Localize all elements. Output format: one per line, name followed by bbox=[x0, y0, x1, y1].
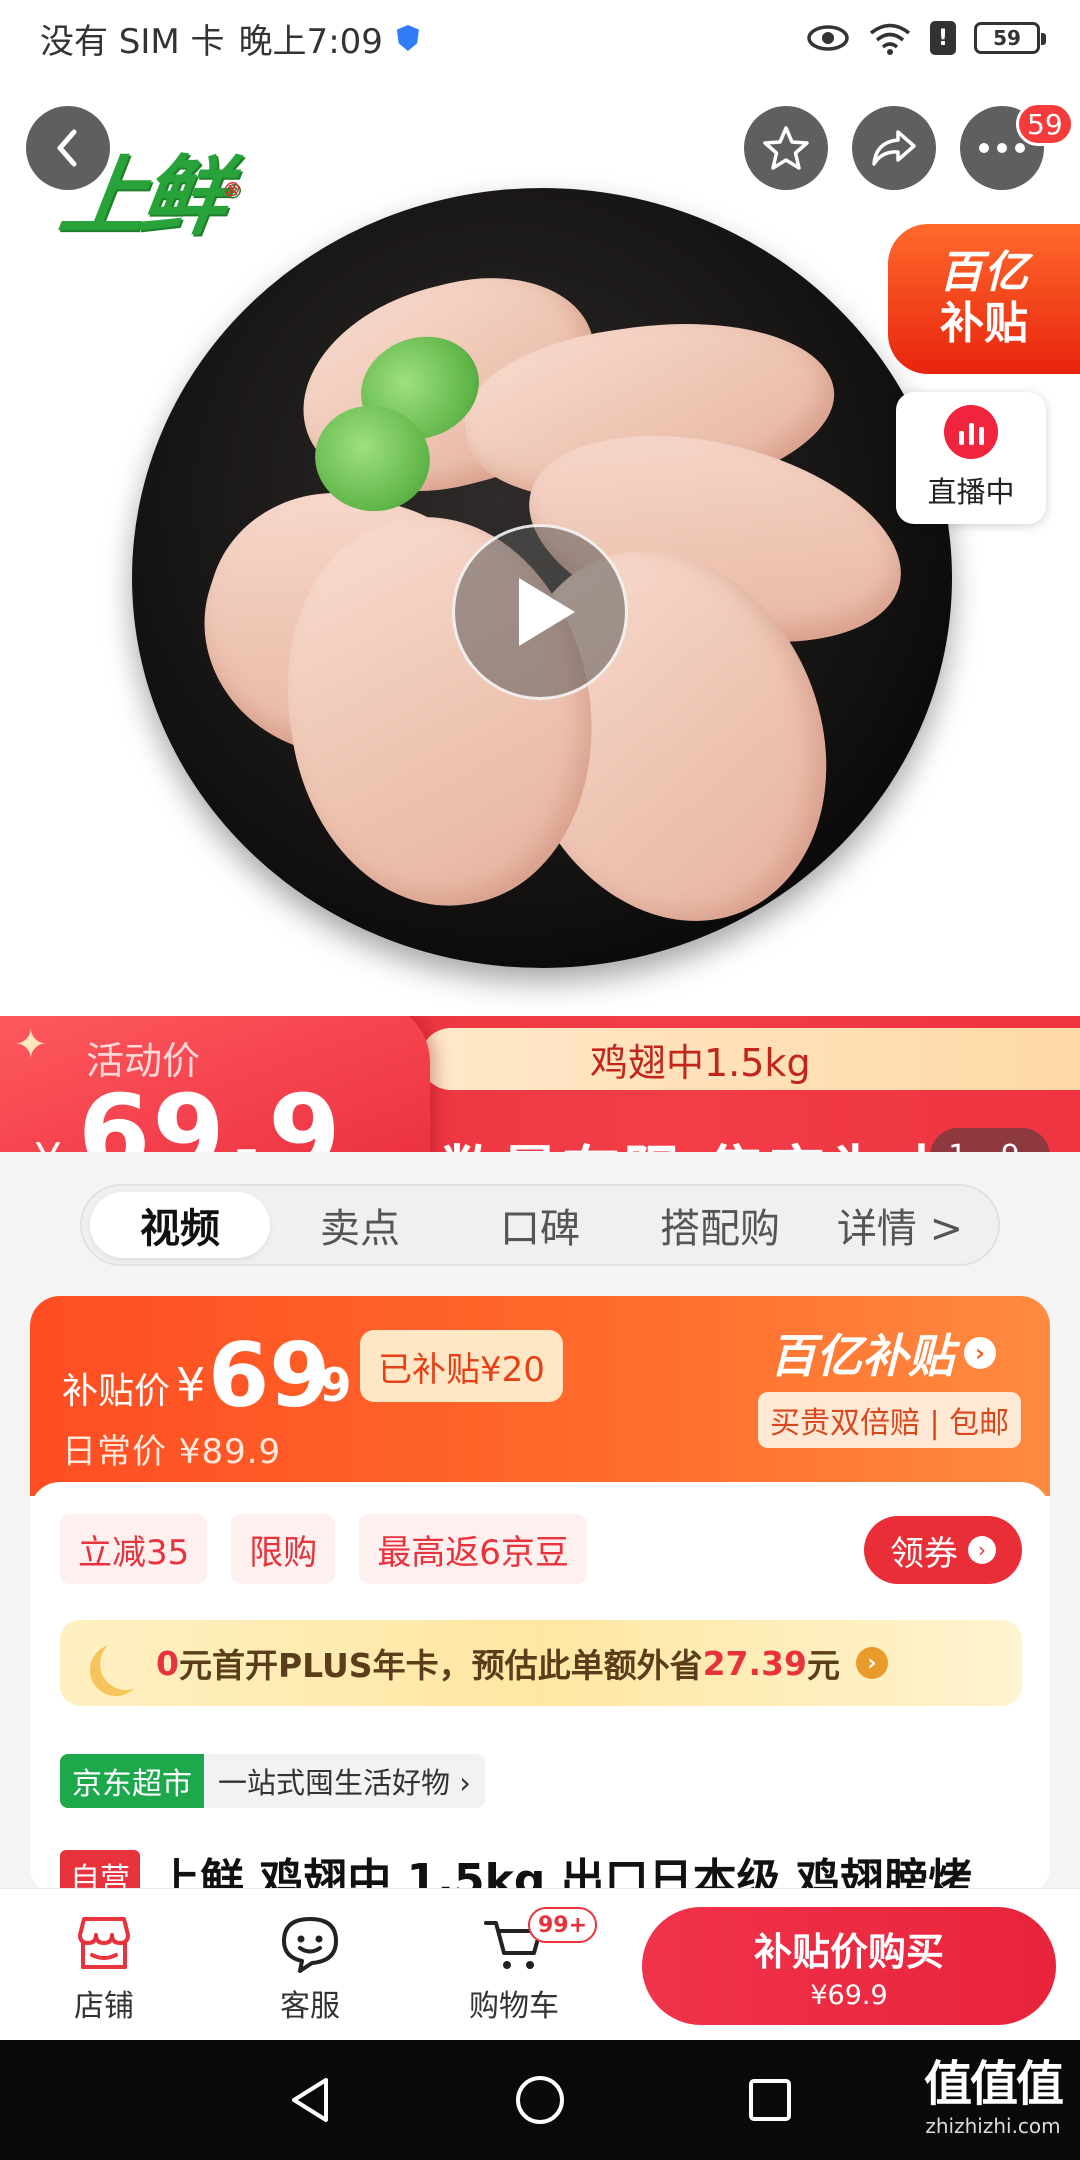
chevron-left-icon bbox=[57, 129, 77, 167]
jd-supermarket-badge: 京东超市 bbox=[60, 1754, 204, 1808]
sparkle-icon: ✦ bbox=[14, 1022, 48, 1068]
live-bars-icon bbox=[944, 405, 998, 459]
star-icon bbox=[763, 126, 809, 170]
bottom-action-bar: 店铺 客服 购物车 99+ 补贴价购买 ¥69.9 bbox=[0, 1888, 1080, 2040]
promo-price-panel: ✦ 活动价 ¥ 69.9 bbox=[0, 1016, 430, 1152]
store-icon bbox=[78, 1917, 130, 1969]
offer-details: 立减35 限购 最高返6京豆 领券 › 0 元首开PLUS年卡，预估此单额外省 … bbox=[30, 1482, 1050, 1896]
product-image-carousel[interactable]: 上鲜® 59 百亿 补贴 直播中 鸡翅中1.5kg 数量有限 售完为止 ✦ 活动… bbox=[0, 76, 1080, 1152]
cart-count-badge: 99+ bbox=[528, 1907, 598, 1943]
daily-price: 日常价 ¥89.9 bbox=[62, 1432, 282, 1472]
store-slogan: 一站式囤生活好物 › bbox=[218, 1766, 471, 1800]
subsidy-corner-tag[interactable]: 百亿 补贴 bbox=[888, 224, 1080, 374]
tab-bundle[interactable]: 搭配购 bbox=[630, 1192, 810, 1258]
security-shield-icon bbox=[396, 25, 419, 51]
circle-home-icon bbox=[516, 2076, 564, 2124]
back-button[interactable] bbox=[26, 106, 110, 190]
nav-home-button[interactable] bbox=[510, 2070, 570, 2130]
plus-membership-offer[interactable]: 0 元首开PLUS年卡，预估此单额外省 27.39 元 › bbox=[60, 1620, 1022, 1706]
tab-selling-points[interactable]: 卖点 bbox=[270, 1192, 450, 1258]
crescent-moon-icon bbox=[100, 1638, 152, 1690]
currency-symbol: ¥ bbox=[34, 1134, 62, 1152]
nav-back-button[interactable] bbox=[280, 2070, 340, 2130]
square-recents-icon bbox=[749, 2079, 791, 2121]
promo-slogan: 数量有限 售完为止 bbox=[440, 1126, 951, 1152]
live-label: 直播中 bbox=[927, 475, 1015, 509]
promo-chip[interactable]: 立减35 bbox=[60, 1514, 208, 1584]
tab-details[interactable]: 详情 > bbox=[810, 1192, 990, 1258]
chevron-right-icon: › bbox=[968, 1536, 996, 1564]
currency-symbol: ¥ bbox=[176, 1358, 206, 1412]
store-button[interactable]: 店铺 bbox=[34, 1913, 174, 2033]
get-coupon-button[interactable]: 领券 › bbox=[864, 1516, 1022, 1584]
live-stream-button[interactable]: 直播中 bbox=[896, 392, 1046, 524]
status-time: 晚上7:09 bbox=[238, 21, 383, 62]
triangle-back-icon bbox=[292, 2078, 328, 2122]
section-tab-bar: 视频 卖点 口碑 搭配购 详情 > bbox=[80, 1184, 1000, 1266]
notification-badge: 59 bbox=[1016, 102, 1074, 146]
wifi-icon bbox=[869, 23, 911, 55]
chat-smile-icon bbox=[282, 1917, 338, 1973]
subsidy-program-link[interactable]: 百亿补贴 › bbox=[770, 1320, 996, 1386]
eye-icon bbox=[807, 25, 849, 51]
store-line[interactable]: 京东超市 一站式囤生活好物 › bbox=[60, 1754, 485, 1808]
subsidy-price-label: 补贴价 bbox=[62, 1371, 171, 1412]
battery-icon: 59 bbox=[974, 22, 1046, 54]
share-button[interactable] bbox=[852, 106, 936, 190]
chevron-right-icon: › bbox=[855, 1647, 888, 1679]
carrier-text: 没有 SIM 卡 bbox=[40, 21, 225, 62]
promo-product-tag: 鸡翅中1.5kg bbox=[420, 1028, 1080, 1090]
cart-button[interactable]: 购物车 99+ bbox=[444, 1907, 598, 2033]
system-navigation-bar bbox=[0, 2040, 1080, 2160]
more-dots-icon bbox=[979, 143, 1025, 153]
site-watermark: 值值值 zhizhizhi.com bbox=[924, 2056, 1064, 2138]
image-counter: 1 9 bbox=[930, 1128, 1050, 1152]
customer-service-button[interactable]: 客服 bbox=[240, 1913, 380, 2033]
promo-price: 69.9 bbox=[78, 1072, 343, 1152]
promo-chip[interactable]: 限购 bbox=[231, 1514, 336, 1584]
favorite-button[interactable] bbox=[744, 106, 828, 190]
subsidy-price-decimal: .9 bbox=[302, 1358, 352, 1412]
subsidized-amount-badge: 已补贴¥20 bbox=[360, 1330, 563, 1402]
subsidy-price-card: 补贴价 ¥ 69 .9 已补贴¥20 日常价 ¥89.9 百亿补贴 › 买贵双倍… bbox=[30, 1296, 1050, 1896]
nav-recent-apps-button[interactable] bbox=[740, 2070, 800, 2130]
promo-chip[interactable]: 最高返6京豆 bbox=[359, 1514, 587, 1584]
play-video-button[interactable] bbox=[452, 524, 628, 700]
guarantee-label: 买贵双倍赔 | 包邮 bbox=[758, 1392, 1022, 1448]
alert-icon: ! bbox=[930, 21, 956, 55]
chevron-right-icon: › bbox=[964, 1337, 996, 1369]
status-bar: 没有 SIM 卡 晚上7:09 ! 59 bbox=[0, 0, 1080, 76]
tab-video[interactable]: 视频 bbox=[90, 1192, 270, 1258]
buy-now-button[interactable]: 补贴价购买 ¥69.9 bbox=[642, 1907, 1056, 2025]
share-arrow-icon bbox=[872, 130, 916, 166]
subsidy-header: 补贴价 ¥ 69 .9 已补贴¥20 日常价 ¥89.9 百亿补贴 › 买贵双倍… bbox=[30, 1296, 1050, 1496]
promo-banner: 鸡翅中1.5kg 数量有限 售完为止 ✦ 活动价 ¥ 69.9 1 9 bbox=[0, 1016, 1080, 1152]
tab-reviews[interactable]: 口碑 bbox=[450, 1192, 630, 1258]
